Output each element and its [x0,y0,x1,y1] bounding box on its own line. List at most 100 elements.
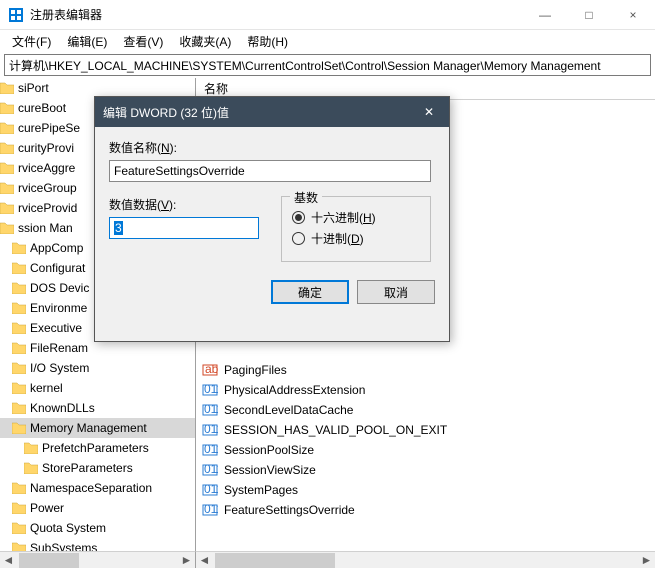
tree-item-label: FileRenam [30,341,88,355]
string-value-icon: ab [202,362,218,378]
window-title: 注册表编辑器 [30,6,523,23]
tree-item-label: siPort [18,81,49,95]
tree-item-label: DOS Devic [30,281,89,295]
list-item-label: SecondLevelDataCache [224,403,353,417]
list-item-label: PhysicalAddressExtension [224,383,365,397]
tree-item-label: Quota System [30,521,106,535]
svg-text:011: 011 [204,462,218,476]
tree-scrollbar-horizontal[interactable]: ◄ ► [0,551,196,568]
list-scrollbar-horizontal[interactable]: ◄ ► [196,551,655,568]
dword-value-icon: 011 [202,402,218,418]
tree-item[interactable]: KnownDLLs [0,398,195,418]
list-item-label: SessionViewSize [224,463,316,477]
scroll-right-icon[interactable]: ► [638,552,655,569]
scroll-left-icon[interactable]: ◄ [196,552,213,569]
menu-help[interactable]: 帮助(H) [239,31,296,52]
list-item[interactable]: 011 SESSION_HAS_VALID_POOL_ON_EXIT [196,420,655,440]
tree-item[interactable]: NamespaceSeparation [0,478,195,498]
regedit-icon [8,7,24,23]
maximize-button[interactable]: □ [567,0,611,30]
list-item[interactable]: 011 SecondLevelDataCache [196,400,655,420]
scroll-left-icon[interactable]: ◄ [0,552,17,569]
tree-item-label: kernel [30,381,63,395]
dialog-titlebar[interactable]: 编辑 DWORD (32 位)值 ✕ [95,97,449,127]
tree-item-label: Power [30,501,64,515]
tree-item-label: NamespaceSeparation [30,481,152,495]
scroll-thumb[interactable] [19,553,79,568]
base-legend: 基数 [290,189,322,206]
dialog-close-button[interactable]: ✕ [409,97,449,127]
window-titlebar: 注册表编辑器 — □ × [0,0,655,30]
radio-hex-indicator [292,211,305,224]
list-item[interactable]: 011 SessionPoolSize [196,440,655,460]
svg-text:011: 011 [204,402,218,416]
radio-hex[interactable]: 十六进制(H) [292,209,420,226]
menu-view[interactable]: 查看(V) [115,31,171,52]
dword-value-icon: 011 [202,462,218,478]
base-fieldset: 基数 十六进制(H) 十进制(D) [281,196,431,262]
tree-item-label: curityProvi [18,141,74,155]
tree-item[interactable]: siPort [0,78,195,98]
tree-item-label: rviceAggre [18,161,75,175]
tree-item-label: AppComp [30,241,83,255]
list-item-label: FeatureSettingsOverride [224,503,355,517]
list-item[interactable]: 011 SessionViewSize [196,460,655,480]
tree-item[interactable]: Power [0,498,195,518]
tree-item-label: PrefetchParameters [42,441,149,455]
tree-item-label: KnownDLLs [30,401,95,415]
tree-item[interactable]: PrefetchParameters [0,438,195,458]
tree-item-label: ssion Man [18,221,73,235]
svg-text:011: 011 [204,382,218,396]
dword-value-icon: 011 [202,482,218,498]
close-button[interactable]: × [611,0,655,30]
svg-text:011: 011 [204,482,218,496]
value-data-input[interactable]: 3 [109,217,259,239]
list-item-label: PagingFiles [224,363,287,377]
tree-item-label: rviceGroup [18,181,77,195]
svg-text:ab: ab [205,362,218,376]
menu-file[interactable]: 文件(F) [4,31,59,52]
svg-text:011: 011 [204,502,218,516]
tree-item-label: StoreParameters [42,461,133,475]
dword-value-icon: 011 [202,422,218,438]
edit-dword-dialog: 编辑 DWORD (32 位)值 ✕ 数值名称(N): FeatureSetti… [94,96,450,342]
value-name-label: 数值名称(N): [109,139,435,156]
value-name-input[interactable]: FeatureSettingsOverride [109,160,431,182]
address-bar[interactable]: 计算机\HKEY_LOCAL_MACHINE\SYSTEM\CurrentCon… [4,54,651,76]
dword-value-icon: 011 [202,502,218,518]
list-item[interactable]: 011 SystemPages [196,480,655,500]
list-item[interactable]: ab PagingFiles [196,360,655,380]
list-item-label: SessionPoolSize [224,443,314,457]
tree-item[interactable]: I/O System [0,358,195,378]
value-data-label: 数值数据(V): [109,196,259,213]
menubar: 文件(F) 编辑(E) 查看(V) 收藏夹(A) 帮助(H) [0,30,655,52]
list-item[interactable]: 011 PhysicalAddressExtension [196,380,655,400]
svg-text:011: 011 [204,422,218,436]
tree-item-label: I/O System [30,361,89,375]
dword-value-icon: 011 [202,442,218,458]
tree-item[interactable]: StoreParameters [0,458,195,478]
list-item-label: SESSION_HAS_VALID_POOL_ON_EXIT [224,423,447,437]
tree-item-label: curePipeSe [18,121,80,135]
menu-favorites[interactable]: 收藏夹(A) [171,31,239,52]
tree-item[interactable]: Memory Management [0,418,195,438]
radio-dec[interactable]: 十进制(D) [292,230,420,247]
tree-item-label: rviceProvid [18,201,77,215]
tree-item[interactable]: Quota System [0,518,195,538]
minimize-button[interactable]: — [523,0,567,30]
dword-value-icon: 011 [202,382,218,398]
cancel-button[interactable]: 取消 [357,280,435,304]
list-item[interactable]: 011 FeatureSettingsOverride [196,500,655,520]
list-item-label: SystemPages [224,483,298,497]
tree-item-label: Environme [30,301,87,315]
dialog-title: 编辑 DWORD (32 位)值 [103,104,229,121]
svg-text:011: 011 [204,442,218,456]
tree-item-label: Executive [30,321,82,335]
tree-item-label: cureBoot [18,101,66,115]
radio-dec-indicator [292,232,305,245]
menu-edit[interactable]: 编辑(E) [59,31,115,52]
scroll-thumb[interactable] [215,553,335,568]
tree-item[interactable]: kernel [0,378,195,398]
ok-button[interactable]: 确定 [271,280,349,304]
scroll-right-icon[interactable]: ► [178,552,195,569]
